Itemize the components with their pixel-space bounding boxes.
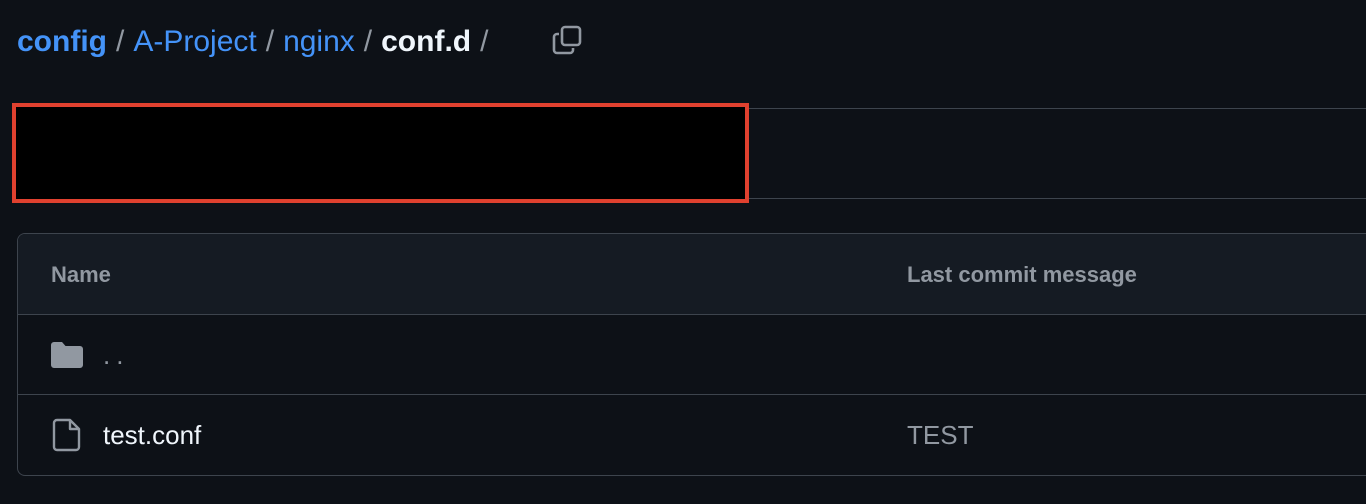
folder-icon bbox=[50, 338, 84, 372]
repository-page: config / A-Project / nginx / conf.d / Na… bbox=[0, 0, 1366, 504]
commit-message[interactable]: TEST bbox=[907, 395, 973, 475]
breadcrumb-separator: / bbox=[363, 25, 373, 58]
table-row-parent-directory[interactable]: .. bbox=[18, 315, 1366, 395]
breadcrumb-root-link[interactable]: config bbox=[17, 22, 107, 62]
file-table: Name Last commit message .. test.conf TE… bbox=[17, 233, 1366, 476]
file-name-link[interactable]: test.conf bbox=[103, 395, 201, 475]
breadcrumb: config / A-Project / nginx / conf.d / bbox=[17, 22, 488, 62]
breadcrumb-link-a-project[interactable]: A-Project bbox=[133, 22, 256, 62]
copy-icon bbox=[552, 25, 582, 55]
redacted-region bbox=[12, 103, 749, 203]
breadcrumb-separator: / bbox=[480, 25, 489, 58]
copy-path-button[interactable] bbox=[548, 21, 586, 59]
table-header: Name Last commit message bbox=[18, 234, 1366, 315]
column-header-name: Name bbox=[51, 262, 111, 287]
breadcrumb-separator: / bbox=[265, 25, 275, 58]
breadcrumb-separator: / bbox=[116, 25, 125, 58]
column-header-last-commit-message: Last commit message bbox=[907, 262, 1137, 287]
parent-directory-link[interactable]: .. bbox=[103, 315, 129, 395]
breadcrumb-link-nginx[interactable]: nginx bbox=[283, 22, 355, 62]
breadcrumb-current-directory: conf.d bbox=[381, 25, 472, 58]
file-icon bbox=[50, 418, 84, 452]
table-row-file[interactable]: test.conf TEST bbox=[18, 395, 1366, 475]
